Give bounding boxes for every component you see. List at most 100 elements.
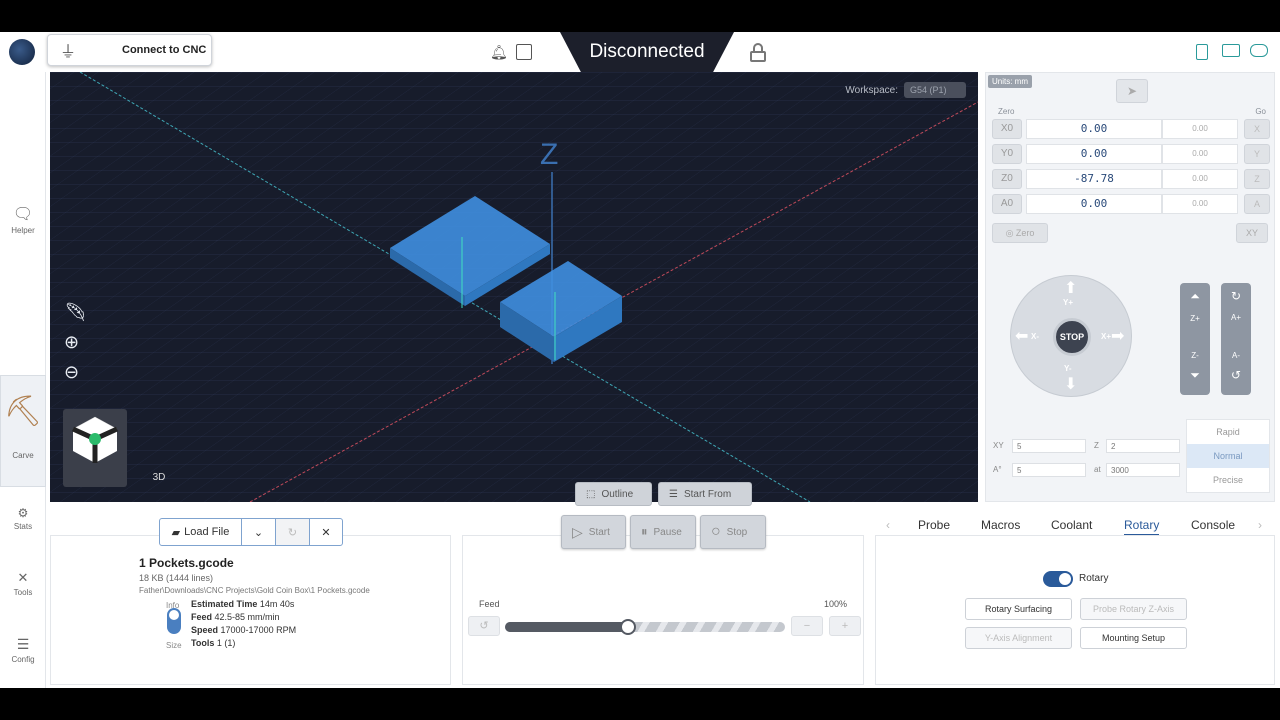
feed-override-row: ↺ − + <box>468 616 861 636</box>
tab-coolant[interactable]: Coolant <box>1051 518 1092 532</box>
info-size-toggle[interactable] <box>167 608 181 634</box>
close-file-button[interactable]: ✕ <box>310 519 342 545</box>
zero-x-button[interactable]: X0 <box>992 119 1022 139</box>
dro-panel: Units: mm ➤ Zero Go X0 0.00 0.00 X Y0 0.… <box>985 72 1275 502</box>
estimated-time: Estimated Time 14m 40s <box>191 599 295 609</box>
view-cube[interactable]: 3D <box>63 409 165 487</box>
speed-precise[interactable]: Precise <box>1187 468 1269 492</box>
reset-feed-button[interactable]: ↺ <box>468 616 500 636</box>
app-logo-icon <box>9 39 35 65</box>
workspace-dropdown[interactable]: G54 (P1) <box>904 82 966 98</box>
stop-job-button[interactable]: ○ Stop <box>700 515 766 549</box>
feed-decrease-button[interactable]: − <box>791 616 823 636</box>
pause-button[interactable]: ⏸︎ Pause <box>630 515 696 549</box>
axis-row-a: A0 0.00 0.00 A <box>990 194 1272 216</box>
zoom-in-icon[interactable]: ⊕ <box>64 332 79 353</box>
go-a-button[interactable]: A <box>1244 194 1270 214</box>
stop-button[interactable]: STOP <box>1053 318 1091 356</box>
tabs-scroll-right-icon[interactable]: › <box>1258 518 1262 532</box>
z-plus-button[interactable]: ⏶ Z+ <box>1180 283 1210 339</box>
size-tab[interactable]: Size <box>166 641 182 650</box>
z-minus-button[interactable]: Z- ⏷ <box>1180 339 1210 395</box>
feed-override-value: 100% <box>823 599 847 609</box>
rotary-toggle[interactable] <box>1043 571 1073 587</box>
bell-icon[interactable]: 🔔︎ <box>490 44 508 61</box>
a-minus-button[interactable]: A- ↺ <box>1221 339 1251 395</box>
zero-all-button[interactable]: ◎ Zero <box>992 223 1048 243</box>
reload-file-button[interactable]: ↻ <box>276 519 310 545</box>
zero-y-button[interactable]: Y0 <box>992 144 1022 164</box>
load-file-button[interactable]: ▰ Load File <box>160 519 242 545</box>
zoom-out-icon[interactable]: ⊖ <box>64 362 79 383</box>
feed-rate-input[interactable] <box>1106 463 1180 477</box>
tab-console[interactable]: Console <box>1191 518 1235 532</box>
units-badge[interactable]: Units: mm <box>988 75 1032 88</box>
jog-x-plus[interactable]: X+ <box>1101 332 1111 341</box>
chevron-down-icon: ⏷ <box>1190 368 1200 382</box>
rotate-cw-icon: ↻ <box>1230 289 1242 303</box>
plus-icon: + <box>841 620 849 632</box>
connect-to-cnc-button[interactable]: ⏚ Connect to CNC <box>47 34 212 66</box>
a-step-input[interactable] <box>1012 463 1086 477</box>
reload-icon: ↻ <box>287 526 298 539</box>
tab-rotary[interactable]: Rotary <box>1124 518 1160 536</box>
nav-tools[interactable]: ✕ Tools <box>0 570 46 597</box>
nav-stats[interactable]: ⚙ Stats <box>0 506 46 531</box>
jog-y-minus[interactable]: Y- <box>1064 364 1072 373</box>
z-jog-column: ⏶ Z+ Z- ⏷ <box>1180 283 1210 395</box>
a-plus-button[interactable]: ↻ A+ <box>1221 283 1251 339</box>
a-position[interactable]: 0.00 <box>1026 194 1162 214</box>
chevron-up-icon: ⏶ <box>1190 289 1200 303</box>
go-y-button[interactable]: Y <box>1244 144 1270 164</box>
go-x-button[interactable]: X <box>1244 119 1270 139</box>
go-z-button[interactable]: Z <box>1244 169 1270 189</box>
feed-slider-fill <box>505 622 629 632</box>
feed-slider-thumb[interactable] <box>620 619 637 635</box>
a-jog-column: ↻ A+ A- ↺ <box>1221 283 1251 395</box>
z-step-input[interactable] <box>1106 439 1180 453</box>
nav-helper[interactable]: 🗨︎ Helper <box>0 204 46 235</box>
keyboard-icon[interactable] <box>1222 44 1240 57</box>
recent-files-dropdown[interactable]: ⌄ <box>242 519 276 545</box>
jog-x-minus[interactable]: X- <box>1031 332 1039 341</box>
stop-circle-icon: ○ <box>711 523 721 540</box>
start-button[interactable]: ▷ Start <box>561 515 626 549</box>
tab-probe[interactable]: Probe <box>918 518 950 532</box>
feather-icon[interactable]: 🪶︎ <box>64 302 87 323</box>
arrow-down-icon: ⬇ <box>1064 376 1078 393</box>
speed-normal[interactable]: Normal <box>1187 444 1269 468</box>
y-axis-alignment-button[interactable]: Y-Axis Alignment <box>965 627 1072 649</box>
y-position[interactable]: 0.00 <box>1026 144 1162 164</box>
gamepad-icon[interactable] <box>1250 44 1268 57</box>
speed-rapid[interactable]: Rapid <box>1187 420 1269 444</box>
x-position[interactable]: 0.00 <box>1026 119 1162 139</box>
phone-remote-icon[interactable] <box>1196 44 1208 60</box>
zero-a-button[interactable]: A0 <box>992 194 1022 214</box>
xy-step-input[interactable] <box>1012 439 1086 453</box>
jog-y-plus[interactable]: Y+ <box>1063 298 1073 307</box>
stats-icon: ⚙ <box>17 506 29 520</box>
z-position[interactable]: -87.78 <box>1026 169 1162 189</box>
outline-button[interactable]: ⬚ Outline <box>575 482 652 506</box>
play-icon: ▷ <box>572 523 583 540</box>
send-icon[interactable]: ➤ <box>1116 79 1148 103</box>
lock-icon[interactable] <box>750 43 766 62</box>
zero-z-button[interactable]: Z0 <box>992 169 1022 189</box>
file-toolbar: ▰ Load File ⌄ ↻ ✕ <box>159 518 343 546</box>
nav-carve[interactable]: ⛏ Carve <box>0 375 46 487</box>
start-from-button[interactable]: ☰ Start From <box>658 482 752 506</box>
feed-increase-button[interactable]: + <box>829 616 861 636</box>
probe-rotary-z-button[interactable]: Probe Rotary Z-Axis <box>1080 598 1187 620</box>
rotary-surfacing-button[interactable]: Rotary Surfacing <box>965 598 1072 620</box>
mounting-setup-button[interactable]: Mounting Setup <box>1080 627 1187 649</box>
visualizer-viewport[interactable]: Z Workspace: G54 (P1) 🪶︎ ⊕ ⊖ 3D <box>50 72 978 502</box>
tabs-scroll-left-icon[interactable]: ‹ <box>886 518 890 532</box>
feed-slider-track[interactable] <box>505 619 785 635</box>
nav-config[interactable]: ☰ Config <box>0 636 46 664</box>
firmware-icon[interactable] <box>516 44 532 60</box>
pause-icon: ⏸︎ <box>641 524 648 539</box>
rotate-ccw-icon: ↺ <box>1230 368 1242 382</box>
go-xy-button[interactable]: XY <box>1236 223 1268 243</box>
feed-info: Feed 42.5-85 mm/min <box>191 612 280 622</box>
tab-macros[interactable]: Macros <box>981 518 1020 532</box>
